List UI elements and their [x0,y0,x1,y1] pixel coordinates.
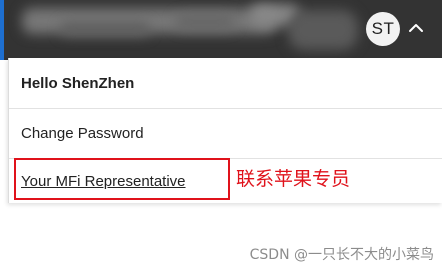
greeting-header: Hello ShenZhen [9,58,442,108]
avatar-initials: ST [371,19,395,38]
menu-item-change-password[interactable]: Change Password [9,108,442,158]
menu-item-label: Change Password [21,125,144,142]
blurred-redaction [288,10,358,50]
user-avatar[interactable]: ST [366,12,400,46]
greeting-text: Hello ShenZhen [21,74,135,92]
annotation-highlight-box [14,158,230,200]
chevron-up-icon[interactable] [406,18,426,38]
watermark: CSDN @一只长不大的小菜鸟 [249,247,434,263]
annotation-text: 联系苹果专员 [236,168,351,190]
top-navigation-bar: ST [0,0,442,60]
blurred-redaction [175,14,235,30]
blurred-redaction [60,22,150,36]
left-accent-stripe [0,0,4,60]
